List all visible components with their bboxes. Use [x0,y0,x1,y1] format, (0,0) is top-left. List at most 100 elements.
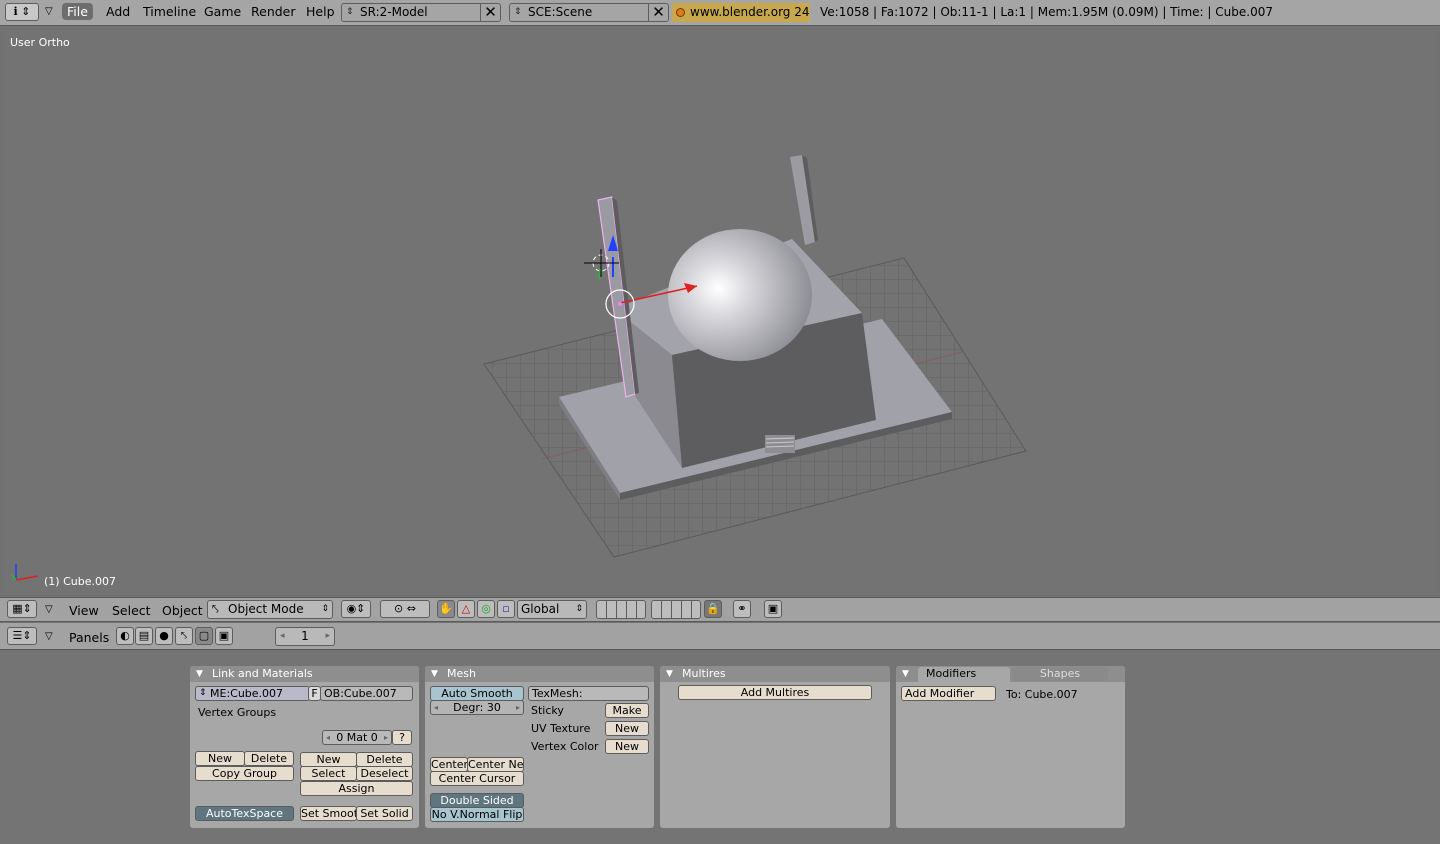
blender-url[interactable]: www.blender.org 248 [672,3,810,22]
panel-header[interactable]: ▼ Mesh [425,666,654,682]
object-mode-icon: ⤣ [212,602,219,616]
mode-selector[interactable]: ⤣ Object Mode ⇕ [207,600,333,619]
scale-icon[interactable]: ▫ [497,600,515,618]
browse-icon[interactable]: ⇕ [199,687,207,700]
3d-viewport[interactable]: User Ortho (1) Cube.007 [2,27,1438,596]
panel-modifiers: ▼ Modifiers Shapes Add Modifier To: Cube… [896,666,1125,828]
panel-header: ▼ Modifiers Shapes [896,666,1125,682]
set-solid-button[interactable]: Set Solid [356,806,413,821]
material-deselect-button[interactable]: Deselect [356,766,413,781]
center-new-button[interactable]: Center Ne [467,757,524,772]
menu-object[interactable]: Object [162,603,203,618]
material-new-button[interactable]: New [300,752,357,767]
increment-arrow-icon[interactable]: ▸ [516,701,520,714]
collapse-menus-icon[interactable]: ▽ [45,604,53,615]
screen-delete-icon[interactable]: ✕ [480,3,500,22]
vertex-group-new-button[interactable]: New [195,751,245,766]
menu-view[interactable]: View [69,603,99,618]
blender-logo-icon [676,8,685,17]
decrement-arrow-icon[interactable]: ◂ [434,701,438,714]
collapse-icon[interactable]: ▼ [666,666,673,682]
screen-selector[interactable]: ⇕ SR:2-Model ✕ [341,3,501,22]
material-delete-button[interactable]: Delete [356,752,413,767]
material-help-button[interactable]: ? [392,730,412,745]
object-context-icon[interactable]: ⤣ [175,627,193,645]
decrement-arrow-icon[interactable]: ◂ [326,731,330,744]
screen-browse-icon[interactable]: ⇕ [346,4,354,21]
script-context-icon[interactable]: ▤ [135,627,153,645]
menu-game[interactable]: Game [204,4,241,19]
collapse-menus-icon[interactable]: ▽ [45,631,53,642]
editor-type-buttons-icon[interactable]: ☰⇕ [7,627,37,645]
increment-arrow-icon[interactable]: ▸ [384,731,388,744]
add-modifier-button[interactable]: Add Modifier [901,686,996,701]
logic-context-icon[interactable]: ◐ [116,627,134,645]
tab-modifiers[interactable]: Modifiers [918,667,1010,682]
no-vnormal-flip-toggle[interactable]: No V.Normal Flip [430,807,524,822]
vertex-groups-label: Vertex Groups [198,706,277,719]
menu-help[interactable]: Help [306,4,335,19]
draw-type-icon[interactable]: ◉⇕ [341,600,371,618]
tab-shapes[interactable]: Shapes [1012,667,1108,681]
auto-smooth-toggle[interactable]: Auto Smooth [430,686,524,701]
menu-timeline[interactable]: Timeline [143,4,196,19]
lock-icon[interactable]: 🔒 [704,600,722,618]
info-header: i ⇕ ▽ File Add Timeline Game Render Help… [0,0,1440,26]
material-index-field[interactable]: ◂ 0 Mat 0 ▸ [322,730,392,745]
vertex-group-delete-button[interactable]: Delete [244,751,294,766]
degree-field[interactable]: ◂ Degr: 30 ▸ [430,700,524,715]
manipulator-toggle-icon[interactable]: ✋ [437,600,455,618]
panels-label: Panels [69,630,110,645]
sticky-make-button[interactable]: Make [605,703,649,718]
menu-file[interactable]: File [62,3,93,20]
object-datablock-field[interactable]: OB:Cube.007 [320,686,413,701]
collapse-icon[interactable]: ▼ [902,666,909,682]
translate-icon[interactable]: △ [457,600,475,618]
layer-buttons-1[interactable] [596,600,646,619]
panel-header[interactable]: ▼ Multires [660,666,890,682]
editing-context-icon[interactable]: ▢ [195,627,213,645]
dropdown-icon: ⇕ [575,604,583,614]
material-select-button[interactable]: Select [300,766,357,781]
frame-number-field[interactable]: ◂ 1 ▸ [275,627,335,646]
buttons-header: ☰⇕ ▽ Panels ◐ ▤ ● ⤣ ▢ ▣ ◂ 1 ▸ [0,623,1440,650]
rotate-icon[interactable]: ◎ [477,600,495,618]
menu-add[interactable]: Add [106,4,130,19]
center-cursor-button[interactable]: Center Cursor [430,771,524,786]
material-assign-button[interactable]: Assign [300,781,413,796]
uv-texture-label: UV Texture [531,722,591,735]
render-icon[interactable]: ▣ [764,600,782,618]
layer-buttons-2[interactable] [651,600,701,619]
add-multires-button[interactable]: Add Multires [678,685,872,700]
set-smooth-button[interactable]: Set Smoot [300,806,357,821]
center-button[interactable]: Center [430,757,468,772]
scene-delete-icon[interactable]: ✕ [648,3,668,22]
panel-header[interactable]: ▼ Link and Materials [190,666,419,682]
buttons-window: ▼ Link and Materials ⇕ ME:Cube.007 F OB:Cu… [0,651,1440,844]
increment-arrow-icon[interactable]: ▸ [325,628,330,645]
double-sided-toggle[interactable]: Double Sided [430,793,524,808]
vertex-color-new-button[interactable]: New [605,739,649,754]
mesh-datablock-field[interactable]: ⇕ ME:Cube.007 [195,686,310,701]
collapse-icon[interactable]: ▼ [196,666,203,682]
scene-selector[interactable]: ⇕ SCE:Scene ✕ [509,3,669,22]
scene-context-icon[interactable]: ▣ [215,627,233,645]
scene-browse-icon[interactable]: ⇕ [514,4,522,21]
editor-type-grid-icon[interactable]: ▦⇕ [7,600,37,618]
autotexspace-toggle[interactable]: AutoTexSpace [195,806,294,821]
link-icon[interactable]: ⚭ [733,600,751,618]
panel-mesh: ▼ Mesh Auto Smooth ◂ Degr: 30 ▸ TexMesh: St… [425,666,654,828]
shading-context-icon[interactable]: ● [155,627,173,645]
pivot-icon[interactable]: ⊙ ⇔ [380,600,430,618]
uv-texture-new-button[interactable]: New [605,721,649,736]
dropdown-icon: ⇕ [321,604,329,614]
collapse-icon[interactable]: ▼ [431,666,438,682]
decrement-arrow-icon[interactable]: ◂ [280,628,285,645]
texmesh-field[interactable]: TexMesh: [528,686,649,701]
info-icon[interactable]: i ⇕ [5,3,39,21]
orientation-selector[interactable]: Global ⇕ [517,600,587,619]
menu-render[interactable]: Render [251,4,296,19]
collapse-menus-icon[interactable]: ▽ [45,6,53,17]
copy-group-button[interactable]: Copy Group [195,766,294,781]
menu-select[interactable]: Select [112,603,151,618]
